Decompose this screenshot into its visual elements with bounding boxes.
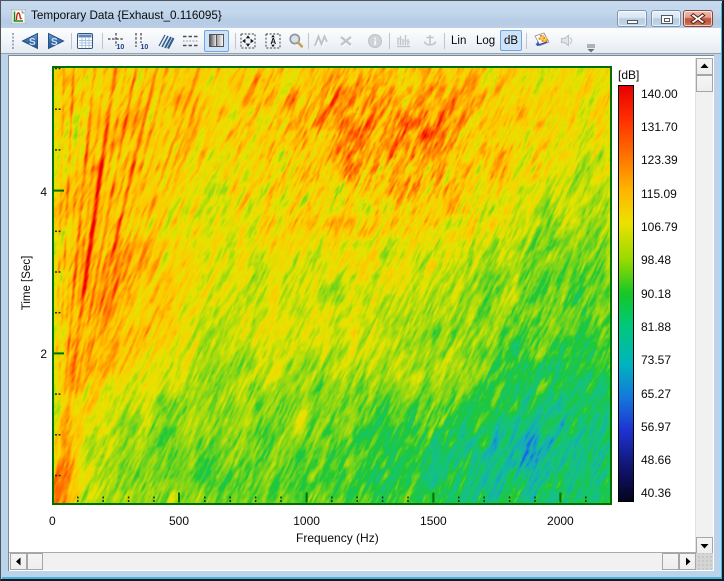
svg-text:10: 10 (141, 44, 149, 51)
svg-text:S: S (29, 37, 36, 48)
svg-text:10: 10 (117, 44, 125, 51)
svg-text:A: A (270, 37, 276, 46)
svg-text:S: S (51, 37, 58, 48)
